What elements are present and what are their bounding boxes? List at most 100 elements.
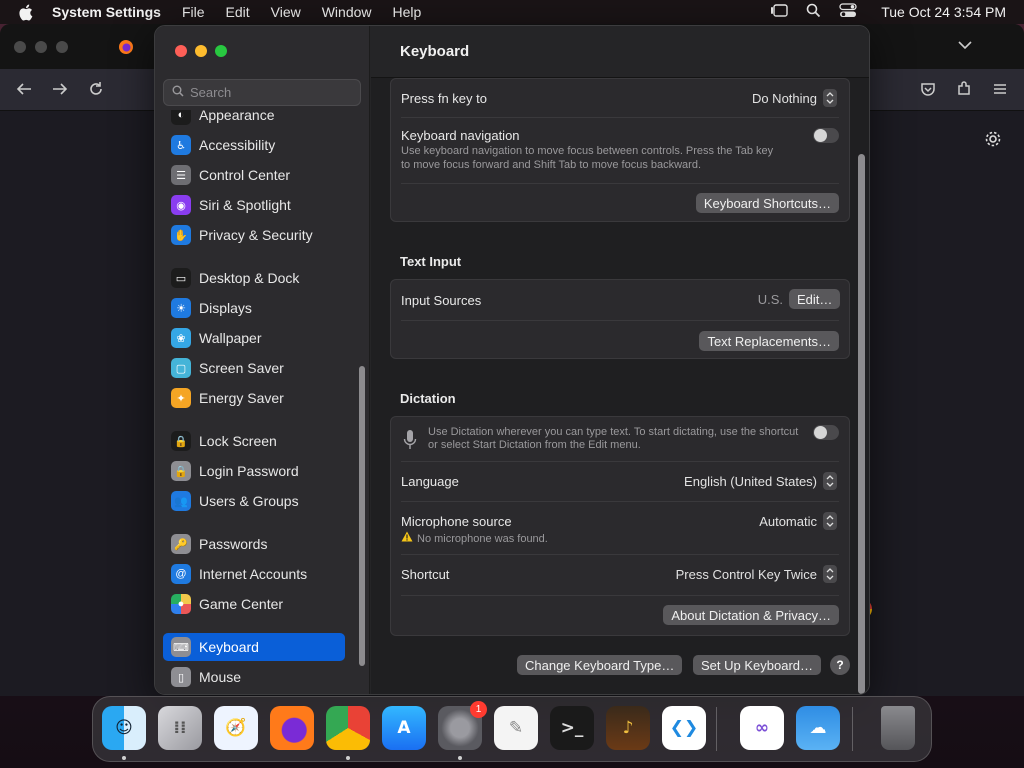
keyboard-navigation-toggle[interactable] (813, 128, 839, 143)
sidebar-item-game-center[interactable]: ● Game Center (163, 590, 345, 618)
menu-view[interactable]: View (271, 4, 301, 20)
help-button[interactable]: ? (830, 655, 850, 675)
sidebar-scrollbar[interactable] (359, 366, 365, 666)
apple-menu-icon[interactable] (18, 4, 38, 21)
appearance-icon: ◐ (171, 110, 191, 125)
main-scrollbar[interactable] (858, 154, 865, 694)
change-keyboard-type-button[interactable]: Change Keyboard Type… (517, 655, 683, 675)
safari-icon[interactable]: 🧭 (214, 706, 258, 750)
sidebar-item-desktop-dock[interactable]: ▭ Desktop & Dock (163, 264, 345, 292)
edit-input-sources-button[interactable]: Edit… (789, 289, 841, 309)
press-fn-select[interactable]: Do Nothing (752, 89, 837, 107)
launchpad-icon[interactable]: ⁞⁞ (158, 706, 202, 750)
forward-arrow-icon[interactable] (52, 81, 68, 100)
game-center-icon: ● (171, 594, 191, 614)
reload-icon[interactable] (88, 81, 104, 100)
weather-icon[interactable]: ☁ (796, 706, 840, 750)
hamburger-menu-icon[interactable] (992, 81, 1008, 100)
energy-saver-icon: ✦ (171, 388, 191, 408)
vscode-icon[interactable]: ❮❯ (662, 706, 706, 750)
app-store-icon[interactable]: A (382, 706, 426, 750)
menu-bar: System Settings File Edit View Window He… (0, 0, 1024, 24)
dock-separator (716, 707, 717, 751)
terminal-icon[interactable]: >_ (550, 706, 594, 750)
sidebar-item-label: Screen Saver (199, 360, 284, 376)
sidebar-item-label: Lock Screen (199, 433, 277, 449)
keyboard-shortcuts-button[interactable]: Keyboard Shortcuts… (695, 193, 839, 213)
chrome-icon[interactable] (326, 706, 370, 750)
sidebar-item-internet-accounts[interactable]: @ Internet Accounts (163, 560, 345, 588)
stage-manager-icon[interactable] (770, 3, 788, 21)
sidebar-item-mouse[interactable]: ▯ Mouse (163, 663, 345, 691)
spotlight-search-icon[interactable] (806, 3, 821, 21)
garageband-icon[interactable]: ♪ (606, 706, 650, 750)
back-arrow-icon[interactable] (16, 81, 32, 100)
menu-file[interactable]: File (182, 4, 205, 20)
system-settings-icon[interactable]: 1 (438, 701, 487, 750)
press-fn-value: Do Nothing (751, 90, 817, 106)
menu-edit[interactable]: Edit (226, 4, 250, 20)
sidebar-item-label: Keyboard (199, 639, 259, 655)
sidebar-item-users-groups[interactable]: 👥 Users & Groups (163, 487, 345, 515)
sidebar-item-keyboard[interactable]: ⌨ Keyboard (163, 633, 345, 661)
menu-window[interactable]: Window (322, 4, 372, 20)
dictation-toggle[interactable] (813, 425, 839, 440)
sidebar-item-lock-screen[interactable]: 🔒 Lock Screen (163, 427, 345, 455)
maximize-window-button[interactable] (215, 45, 227, 57)
set-up-keyboard-button[interactable]: Set Up Keyboard… (693, 655, 822, 675)
keyboard-settings-pane: Keyboard Press fn key to Do Nothing Keyb… (371, 26, 869, 694)
sidebar-item-login-password[interactable]: 🔒 Login Password (163, 457, 345, 485)
stepper-icon (823, 89, 837, 107)
pocket-icon[interactable] (920, 81, 936, 100)
about-dictation-privacy-button[interactable]: About Dictation & Privacy… (663, 605, 839, 625)
sidebar-item-privacy-security[interactable]: ✋ Privacy & Security (163, 221, 345, 249)
sidebar-item-control-center[interactable]: ☰ Control Center (163, 161, 345, 189)
visual-studio-icon[interactable]: ∞ (740, 706, 784, 750)
sidebar-item-passwords[interactable]: 🔑 Passwords (163, 530, 345, 558)
siri-icon: ◉ (171, 195, 191, 215)
shortcut-select[interactable]: Press Control Key Twice (676, 565, 837, 583)
firefox-tab-icon[interactable] (118, 39, 134, 58)
dictation-description-2: or select Start Dictation from the Edit … (428, 439, 641, 451)
menu-help[interactable]: Help (393, 4, 422, 20)
tab-list-chevron-icon[interactable] (958, 38, 972, 53)
displays-icon: ☀ (171, 298, 191, 318)
language-select[interactable]: English (United States) (684, 472, 837, 490)
notification-badge: 1 (470, 701, 487, 718)
sidebar-item-displays[interactable]: ☀ Displays (163, 294, 345, 322)
gear-icon[interactable] (984, 130, 1002, 151)
menu-app-name[interactable]: System Settings (52, 4, 161, 20)
sidebar-item-energy-saver[interactable]: ✦ Energy Saver (163, 384, 345, 412)
menubar-clock[interactable]: Tue Oct 24 3:54 PM (881, 4, 1006, 20)
microphone-source-label: Microphone source (401, 514, 512, 529)
sidebar-item-accessibility[interactable]: ♿ Accessibility (163, 131, 345, 159)
edit-button-wrap: Edit… (789, 289, 841, 309)
sidebar-item-label: Appearance (199, 110, 275, 123)
dock-separator (852, 707, 853, 751)
system-settings-window: ◐ Appearance ♿ Accessibility ☰ Control Center… (154, 25, 870, 695)
text-replacements-button[interactable]: Text Replacements… (699, 331, 839, 351)
search-input[interactable] (190, 85, 350, 100)
sidebar-item-wallpaper[interactable]: ❀ Wallpaper (163, 324, 345, 352)
textedit-icon[interactable]: ✎ (494, 706, 538, 750)
screen-saver-icon: ▢ (171, 358, 191, 378)
minimize-window-button[interactable] (195, 45, 207, 57)
firefox-icon[interactable] (270, 706, 314, 750)
shortcut-label: Shortcut (401, 567, 450, 582)
dictation-description-1: Use Dictation wherever you can type text… (428, 426, 799, 438)
users-groups-icon: 👥 (171, 491, 191, 511)
sidebar-item-siri-spotlight[interactable]: ◉ Siri & Spotlight (163, 191, 345, 219)
close-window-button[interactable] (175, 45, 187, 57)
finder-icon[interactable]: ☺ (102, 706, 146, 750)
divider (401, 183, 839, 184)
browser-window-controls (14, 41, 68, 53)
microphone-source-select[interactable]: Automatic (759, 512, 837, 530)
keyboard-navigation-description-2: to move focus forward and Shift Tab to m… (401, 159, 702, 171)
language-label: Language (401, 474, 459, 489)
control-center-menu-icon[interactable] (839, 3, 857, 21)
sidebar-item-label: Control Center (199, 167, 291, 183)
trash-icon[interactable] (881, 706, 915, 750)
extensions-icon[interactable] (956, 81, 972, 100)
sidebar-item-screen-saver[interactable]: ▢ Screen Saver (163, 354, 345, 382)
sidebar-item-appearance[interactable]: ◐ Appearance (163, 110, 345, 129)
